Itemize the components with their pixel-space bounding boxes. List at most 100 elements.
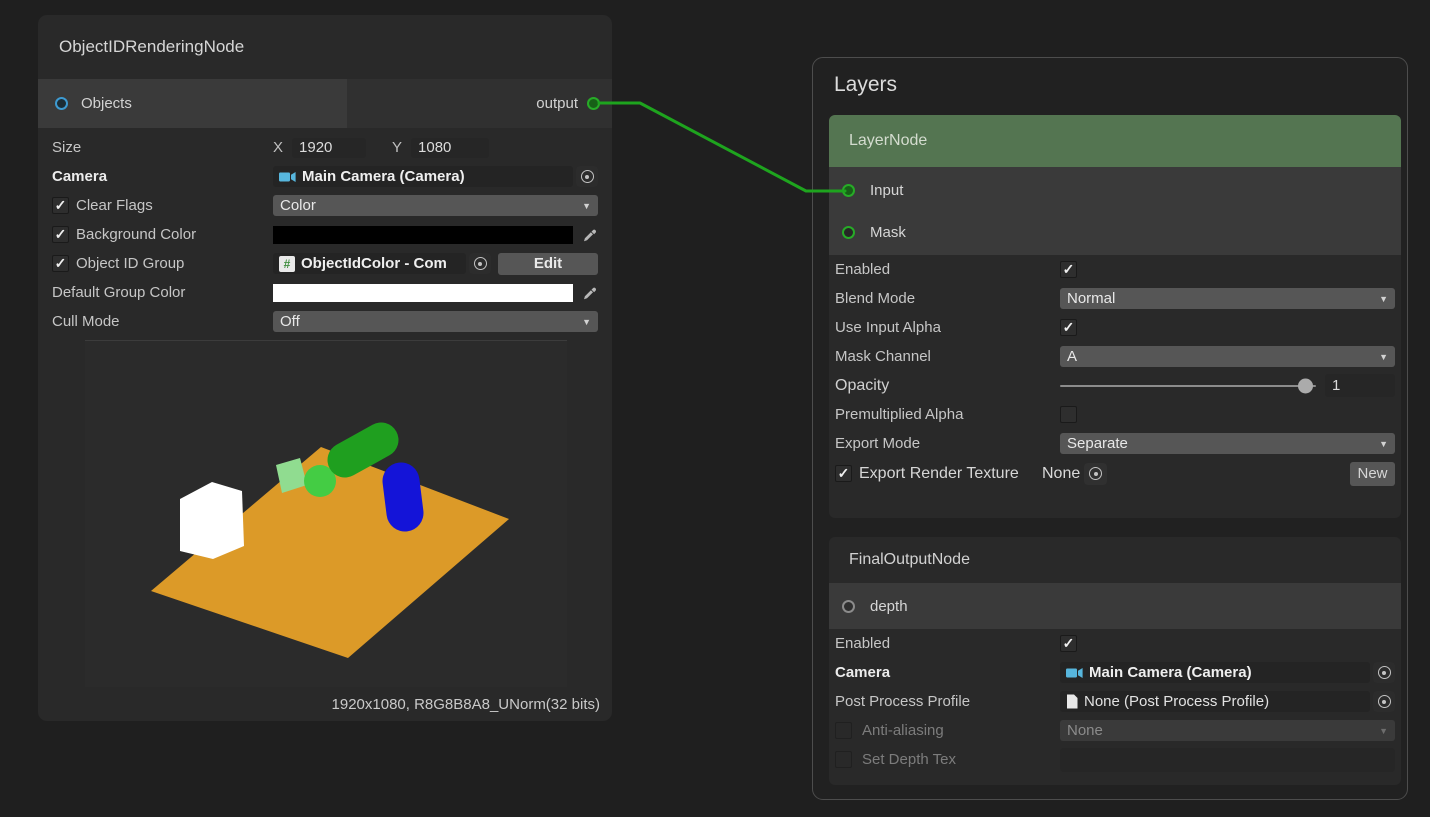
opacity-label: Opacity — [835, 377, 1060, 395]
opacity-value-input[interactable]: 1 — [1325, 374, 1395, 397]
eyedropper-icon[interactable] — [582, 285, 598, 301]
input-port[interactable]: Input — [829, 169, 1401, 211]
camera-row: Camera Main Camera (Camera) — [45, 162, 605, 191]
object-picker-icon — [581, 170, 594, 183]
anti-aliasing-row: Anti-aliasing None — [829, 716, 1401, 745]
output-port-icon[interactable] — [587, 97, 600, 110]
cull-mode-dropdown[interactable]: Off — [273, 311, 598, 332]
camera-icon — [279, 171, 296, 183]
mask-channel-dropdown[interactable]: A — [1060, 346, 1395, 367]
background-color-label: Background Color — [76, 226, 196, 243]
blend-mode-label: Blend Mode — [835, 290, 1060, 307]
size-y-input[interactable]: 1080 — [411, 138, 489, 158]
final-output-node-header[interactable]: FinalOutputNode — [829, 537, 1401, 583]
layer-node-header[interactable]: LayerNode — [829, 115, 1401, 167]
blend-mode-value: Normal — [1067, 290, 1115, 307]
object-id-group-value: ObjectIdColor - Com — [301, 255, 447, 272]
depth-port[interactable]: depth — [829, 585, 1401, 627]
export-mode-value: Separate — [1067, 435, 1128, 452]
background-color-checkbox[interactable] — [52, 226, 69, 243]
input-port-icon[interactable] — [842, 184, 855, 197]
object-picker-icon — [474, 257, 487, 270]
depth-port-icon[interactable] — [842, 600, 855, 613]
connection-edge-output-to-input[interactable] — [599, 103, 845, 191]
size-x-input[interactable]: 1920 — [292, 138, 366, 158]
enabled-checkbox[interactable] — [1060, 261, 1077, 278]
final-output-node-card[interactable]: FinalOutputNode depth Enabled Camera Mai… — [829, 537, 1401, 785]
blend-mode-row: Blend Mode Normal — [829, 284, 1401, 313]
post-process-profile-field[interactable]: None (Post Process Profile) — [1060, 691, 1370, 712]
clear-flags-checkbox[interactable] — [52, 197, 69, 214]
mask-channel-label: Mask Channel — [835, 348, 1060, 365]
post-process-profile-value: None (Post Process Profile) — [1084, 693, 1269, 710]
object-picker-icon — [1378, 695, 1391, 708]
layer-node-ports: Input Mask — [829, 167, 1401, 255]
cull-mode-row: Cull Mode Off — [45, 307, 605, 336]
post-process-profile-picker[interactable] — [1373, 691, 1395, 712]
clear-flags-label: Clear Flags — [76, 197, 153, 214]
default-group-color-swatch[interactable] — [273, 284, 573, 302]
export-mode-dropdown[interactable]: Separate — [1060, 433, 1395, 454]
object-id-group-picker[interactable] — [469, 253, 491, 274]
preview-blue-capsule — [401, 481, 405, 513]
depth-port-label: depth — [870, 598, 908, 615]
default-group-color-row: Default Group Color — [45, 278, 605, 307]
output-port[interactable]: output — [347, 79, 612, 128]
camera-object-field[interactable]: Main Camera (Camera) — [273, 166, 573, 187]
use-input-alpha-label: Use Input Alpha — [835, 319, 1060, 336]
camera-icon — [1066, 667, 1083, 679]
node-properties: Size X 1920 Y 1080 Camera Main Camera (C… — [38, 128, 612, 336]
export-render-texture-picker[interactable] — [1084, 463, 1107, 485]
new-button[interactable]: New — [1350, 462, 1395, 486]
object-id-group-field[interactable]: ObjectIdColor - Com — [273, 253, 466, 274]
export-render-texture-value: None — [1042, 465, 1080, 483]
enabled-label: Enabled — [835, 261, 1060, 278]
camera-label: Camera — [835, 664, 1060, 681]
size-x-label: X — [273, 139, 283, 156]
edit-button[interactable]: Edit — [498, 253, 598, 275]
opacity-row: Opacity 1 — [829, 371, 1401, 400]
premultiplied-alpha-checkbox[interactable] — [1060, 406, 1077, 423]
set-depth-tex-row: Set Depth Tex — [829, 745, 1401, 774]
camera-object-name: Main Camera (Camera) — [302, 168, 465, 185]
export-mode-label: Export Mode — [835, 435, 1060, 452]
clear-flags-dropdown[interactable]: Color — [273, 195, 598, 216]
export-mode-row: Export Mode Separate — [829, 429, 1401, 458]
size-y-label: Y — [392, 139, 402, 156]
enabled-row: Enabled — [829, 629, 1401, 658]
node-title[interactable]: ObjectIDRenderingNode — [38, 15, 612, 79]
object-id-group-label: Object ID Group — [76, 255, 184, 272]
size-label: Size — [52, 139, 273, 156]
use-input-alpha-checkbox[interactable] — [1060, 319, 1077, 336]
enabled-checkbox[interactable] — [1060, 635, 1077, 652]
object-id-group-checkbox[interactable] — [52, 255, 69, 272]
preview-caption: 1920x1080, R8G8B8A8_UNorm(32 bits) — [38, 696, 612, 713]
camera-object-picker[interactable] — [1373, 662, 1395, 683]
mask-port-label: Mask — [870, 224, 906, 241]
camera-row: Camera Main Camera (Camera) — [829, 658, 1401, 687]
node-graph-canvas[interactable]: { "colors": { "connection_green": "#1ea4… — [0, 0, 1430, 817]
input-port-objects[interactable]: Objects — [38, 79, 347, 128]
export-render-texture-checkbox[interactable] — [835, 465, 852, 482]
camera-object-name: Main Camera (Camera) — [1089, 664, 1252, 681]
camera-object-picker[interactable] — [576, 166, 598, 187]
mask-port[interactable]: Mask — [829, 211, 1401, 253]
mask-channel-value: A — [1067, 348, 1077, 365]
mask-port-icon[interactable] — [842, 226, 855, 239]
camera-object-field[interactable]: Main Camera (Camera) — [1060, 662, 1370, 683]
blend-mode-dropdown[interactable]: Normal — [1060, 288, 1395, 309]
enabled-label: Enabled — [835, 635, 1060, 652]
eyedropper-icon[interactable] — [582, 227, 598, 243]
layers-panel: Layers LayerNode Input Mask Enabled Blen… — [812, 57, 1408, 800]
opacity-slider[interactable] — [1060, 385, 1316, 387]
objectid-rendering-node[interactable]: ObjectIDRenderingNode Objects output Siz… — [38, 15, 612, 721]
opacity-slider-handle[interactable] — [1298, 378, 1313, 393]
script-asset-icon — [279, 256, 295, 272]
objects-port-icon[interactable] — [55, 97, 68, 110]
input-port-label: Input — [870, 182, 903, 199]
layer-node-card[interactable]: LayerNode Input Mask Enabled Blend Mode — [829, 115, 1401, 518]
background-color-swatch[interactable] — [273, 226, 573, 244]
preview-white-cube — [180, 482, 244, 559]
default-group-color-label: Default Group Color — [52, 284, 273, 301]
set-depth-tex-checkbox — [835, 751, 852, 768]
